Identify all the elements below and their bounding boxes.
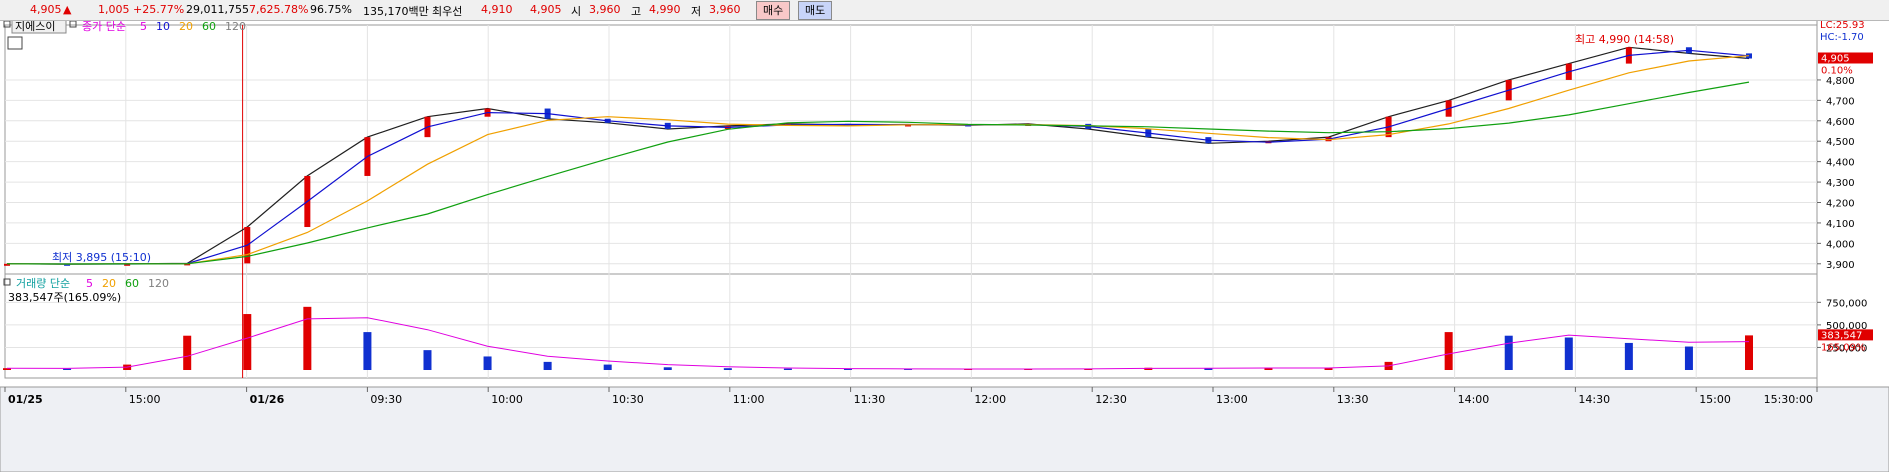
trade-amount: 135,170백만: [363, 5, 429, 18]
current-price: 4,905: [30, 3, 62, 16]
price-tick-label: 3,900: [1826, 260, 1855, 271]
volume-bar: [1745, 335, 1753, 370]
volume-ma-period-label: 5: [86, 277, 93, 290]
ma-period-label: 10: [156, 21, 170, 33]
open-label: 시: [571, 5, 582, 18]
low-label: 저: [691, 5, 702, 18]
low-price: 3,960: [709, 3, 741, 16]
volume-bar: [783, 368, 792, 370]
time-tick-label: 14:30: [1578, 393, 1610, 406]
volume-tag: 383,547: [1821, 330, 1862, 341]
high-price: 4,990: [649, 3, 681, 16]
volume-ma-period-label: 20: [102, 277, 116, 290]
ma-label: 종가 단순: [82, 21, 126, 33]
time-tick-label: 12:00: [974, 393, 1006, 406]
volume-value-text: 383,547주(165.09%): [8, 291, 121, 304]
time-tick-label: 10:00: [491, 393, 523, 406]
best-bid: 4,905: [530, 3, 562, 16]
volume-bar: [723, 368, 732, 370]
stock-name-label: 지에스이: [15, 21, 55, 33]
price-tick-label: 4,500: [1826, 137, 1855, 148]
price-tick-label: 4,400: [1826, 158, 1855, 169]
best-ask: 4,910: [481, 3, 513, 16]
time-tick-label: 11:30: [854, 393, 886, 406]
current-percent-tag: 0.10%: [1821, 65, 1853, 76]
price-tick-label: 4,200: [1826, 199, 1855, 210]
volume-bar: [303, 306, 312, 370]
volume-ratio: 7,625.78%: [249, 3, 309, 16]
time-tick-label: 14:00: [1458, 393, 1490, 406]
volume-bar: [1504, 335, 1513, 370]
time-tick-label: 12:30: [1095, 393, 1127, 406]
volume-bar: [183, 335, 192, 370]
volume-bar: [663, 367, 672, 370]
volume-total: 29,011,755: [186, 3, 249, 16]
volume-bar: [603, 364, 612, 370]
sell-button[interactable]: 매도: [798, 1, 833, 20]
price-tick-label: 4,800: [1826, 76, 1855, 87]
volume-percent-tag: 165.09%: [1821, 342, 1866, 353]
ma-period-label: 60: [202, 21, 216, 33]
time-tick-label: 09:30: [370, 393, 402, 406]
hc-label: HC:-1.70: [1820, 32, 1864, 43]
volume-bar: [423, 350, 432, 370]
execution-strength: 96.75%: [310, 3, 352, 16]
time-tick-label: 15:30:00: [1764, 393, 1813, 406]
volume-panel-frame: [4, 273, 1818, 379]
quote-bar: 4,905 ▲ 1,005 +25.77% 29,011,755 7,625.7…: [0, 0, 1889, 21]
volume-bar: [1624, 342, 1633, 370]
volume-ma-period-label: 120: [148, 277, 169, 290]
volume-bar: [243, 314, 252, 370]
grid-toggle-icon[interactable]: [7, 36, 23, 50]
up-arrow-icon: ▲: [63, 3, 72, 16]
best-quote-label: 최우선: [432, 5, 463, 18]
price-tick-label: 4,000: [1826, 239, 1855, 250]
chart-area[interactable]: 4,800 4,700 4,600 4,500 4,400 4,300 4,200 4,100…: [0, 19, 1889, 473]
time-tick-label: 15:00: [1699, 393, 1731, 406]
volume-bar: [363, 332, 372, 370]
volume-bar: [483, 356, 492, 370]
volume-bar: [1684, 346, 1693, 370]
price-tick-label: 4,600: [1826, 117, 1855, 128]
volume-bar: [1564, 337, 1573, 370]
volume-bar: [543, 361, 552, 370]
time-tick-label: 15:00: [129, 393, 161, 406]
high-annotation: 최고 4,990 (14:58): [1575, 33, 1674, 46]
high-label: 고: [631, 5, 642, 18]
price-tick-label: 4,100: [1826, 219, 1855, 230]
time-tick-label: 01/25: [8, 393, 43, 406]
ma-period-label: 5: [140, 21, 147, 33]
price-tick-label: 4,700: [1826, 96, 1855, 107]
time-tick-label: 13:30: [1337, 393, 1369, 406]
volume-tick-label: 750,000: [1826, 298, 1867, 309]
lc-label: LC:25.93: [1820, 21, 1865, 31]
current-price-tag: 4,905: [1821, 53, 1850, 64]
price-change: 1,005: [98, 3, 130, 16]
time-tick-label: 01/26: [250, 393, 285, 406]
volume-ma-label: 거래량 단순: [16, 277, 70, 290]
time-tick-label: 10:30: [612, 393, 644, 406]
stock-chart[interactable]: 4,800 4,700 4,600 4,500 4,400 4,300 4,200 4,100…: [0, 19, 1889, 473]
buy-button[interactable]: 매수: [756, 1, 791, 20]
change-percent: +25.77%: [133, 3, 185, 16]
open-price: 3,960: [589, 3, 621, 16]
volume-bar: [1444, 332, 1453, 370]
ma-period-label: 120: [225, 21, 246, 33]
price-tick-label: 4,300: [1826, 178, 1855, 189]
time-tick-label: 11:00: [733, 393, 765, 406]
volume-ma-period-label: 60: [125, 277, 139, 290]
ma-period-label: 20: [179, 21, 193, 33]
time-tick-label: 13:00: [1216, 393, 1248, 406]
low-annotation: 최저 3,895 (15:10): [52, 251, 151, 264]
